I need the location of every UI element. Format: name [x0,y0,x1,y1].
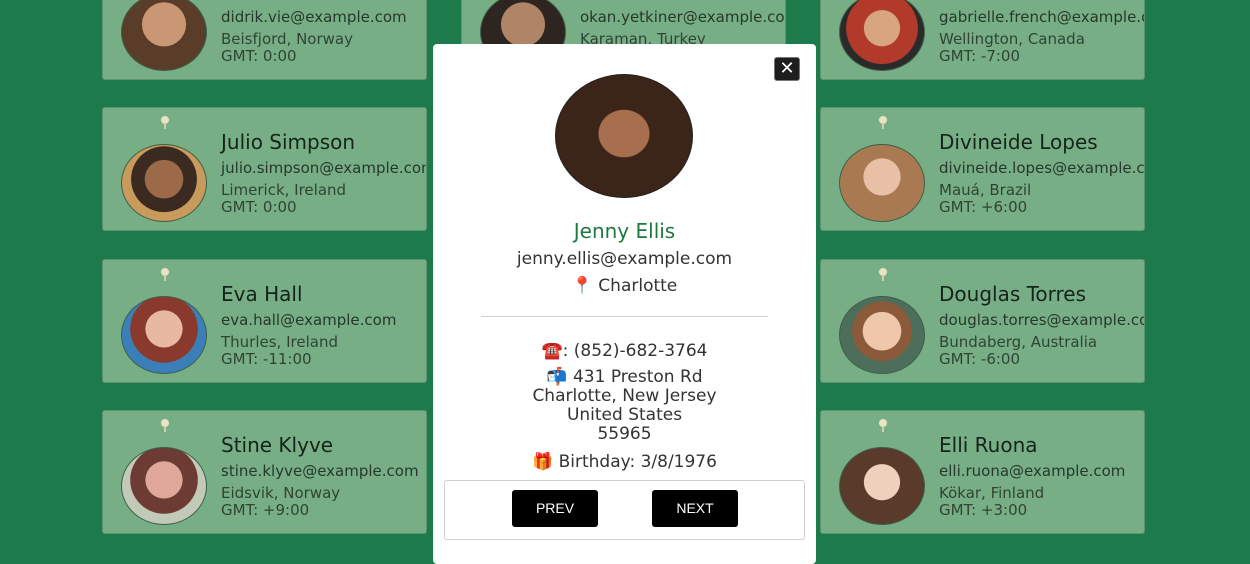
avatar [121,0,207,71]
avatar [121,144,207,222]
card-timezone: GMT: -11:00 [221,350,312,368]
employee-card[interactable]: Stine Klyve stine.klyve@example.com Eids… [102,410,427,534]
location-pin-icon: 📍 [571,276,593,296]
pin-icon [879,419,887,432]
employee-card[interactable]: Douglas Torres douglas.torres@example.co… [820,259,1145,383]
card-name: Elli Ruona [939,433,1038,457]
card-email: divineide.lopes@example.com [939,159,1145,177]
pin-icon [879,116,887,129]
card-location: Bundaberg, Australia [939,333,1098,351]
modal-city-label: Charlotte [598,276,678,296]
pin-icon [161,419,169,432]
mailbox-icon: 📬 [546,367,568,387]
card-location: Wellington, Canada [939,30,1085,48]
card-name: Julio Simpson [221,130,356,154]
avatar [839,144,925,222]
card-email: eva.hall@example.com [221,311,397,329]
avatar [839,447,925,525]
card-timezone: GMT: 0:00 [221,198,297,216]
modal-country: United States [566,405,683,425]
telephone-icon: ☎️ [541,341,563,361]
pin-icon [161,116,169,129]
card-name: Eva Hall [221,282,303,306]
card-email: okan.yetkiner@example.com [580,8,786,26]
modal-city-state: Charlotte, New Jersey [532,386,717,406]
card-location: Beisfjord, Norway [221,30,353,48]
card-name: Douglas Torres [939,282,1087,306]
employee-card[interactable]: Divineide Lopes divineide.lopes@example.… [820,107,1145,231]
modal-street: 431 Preston Rd [572,367,703,387]
card-email: julio.simpson@example.com [221,159,427,177]
card-location: Kökar, Finland [939,484,1045,502]
avatar [121,296,207,374]
gift-icon: 🎁 [532,452,554,472]
avatar [121,447,207,525]
modal-postcode: 55965 [597,424,652,444]
modal-nav: PREV NEXT [444,480,805,540]
modal-avatar [555,74,693,198]
next-button[interactable]: NEXT [652,490,738,527]
pin-icon [161,268,169,281]
card-email: didrik.vie@example.com [221,8,407,26]
employee-card[interactable]: gabrielle.french@example.com Wellington,… [820,0,1145,80]
avatar [839,0,925,71]
employee-card[interactable]: Eva Hall eva.hall@example.com Thurles, I… [102,259,427,383]
prev-button[interactable]: PREV [512,490,598,527]
employee-card[interactable]: Julio Simpson julio.simpson@example.com … [102,107,427,231]
card-timezone: GMT: -7:00 [939,47,1020,65]
employee-card[interactable]: didrik.vie@example.com Beisfjord, Norway… [102,0,427,80]
card-location: Limerick, Ireland [221,181,347,199]
card-name: Stine Klyve [221,433,334,457]
card-location: Thurles, Ireland [221,333,338,351]
card-timezone: GMT: -6:00 [939,350,1020,368]
modal-birthday: 🎁 Birthday: 3/8/1976 [433,452,816,472]
divider [481,316,768,317]
modal-birthday-label: Birthday: 3/8/1976 [558,452,717,472]
employee-modal: ✕ Jenny Ellis jenny.ellis@example.com 📍 … [433,44,816,564]
employee-card[interactable]: Elli Ruona elli.ruona@example.com Kökar,… [820,410,1145,534]
card-email: douglas.torres@example.com [939,311,1145,329]
pin-icon [879,268,887,281]
modal-phone: ☎️: (852)-682-3764 [433,341,816,361]
modal-phone-label: : (852)-682-3764 [562,341,708,361]
card-timezone: GMT: 0:00 [221,47,297,65]
modal-name: Jenny Ellis [573,219,676,243]
card-email: stine.klyve@example.com [221,462,419,480]
card-timezone: GMT: +6:00 [939,198,1028,216]
card-email: elli.ruona@example.com [939,462,1126,480]
card-timezone: GMT: +3:00 [939,501,1028,519]
card-email: gabrielle.french@example.com [939,8,1144,26]
modal-email: jenny.ellis@example.com [516,249,733,269]
card-name: Divineide Lopes [939,130,1098,154]
close-button[interactable]: ✕ [774,57,800,81]
modal-address: 📬 431 Preston Rd Charlotte, New Jersey U… [433,368,816,444]
card-timezone: GMT: +9:00 [221,501,310,519]
modal-city: 📍 Charlotte [433,276,816,296]
card-location: Eidsvik, Norway [221,484,341,502]
avatar [839,296,925,374]
card-location: Mauá, Brazil [939,181,1032,199]
